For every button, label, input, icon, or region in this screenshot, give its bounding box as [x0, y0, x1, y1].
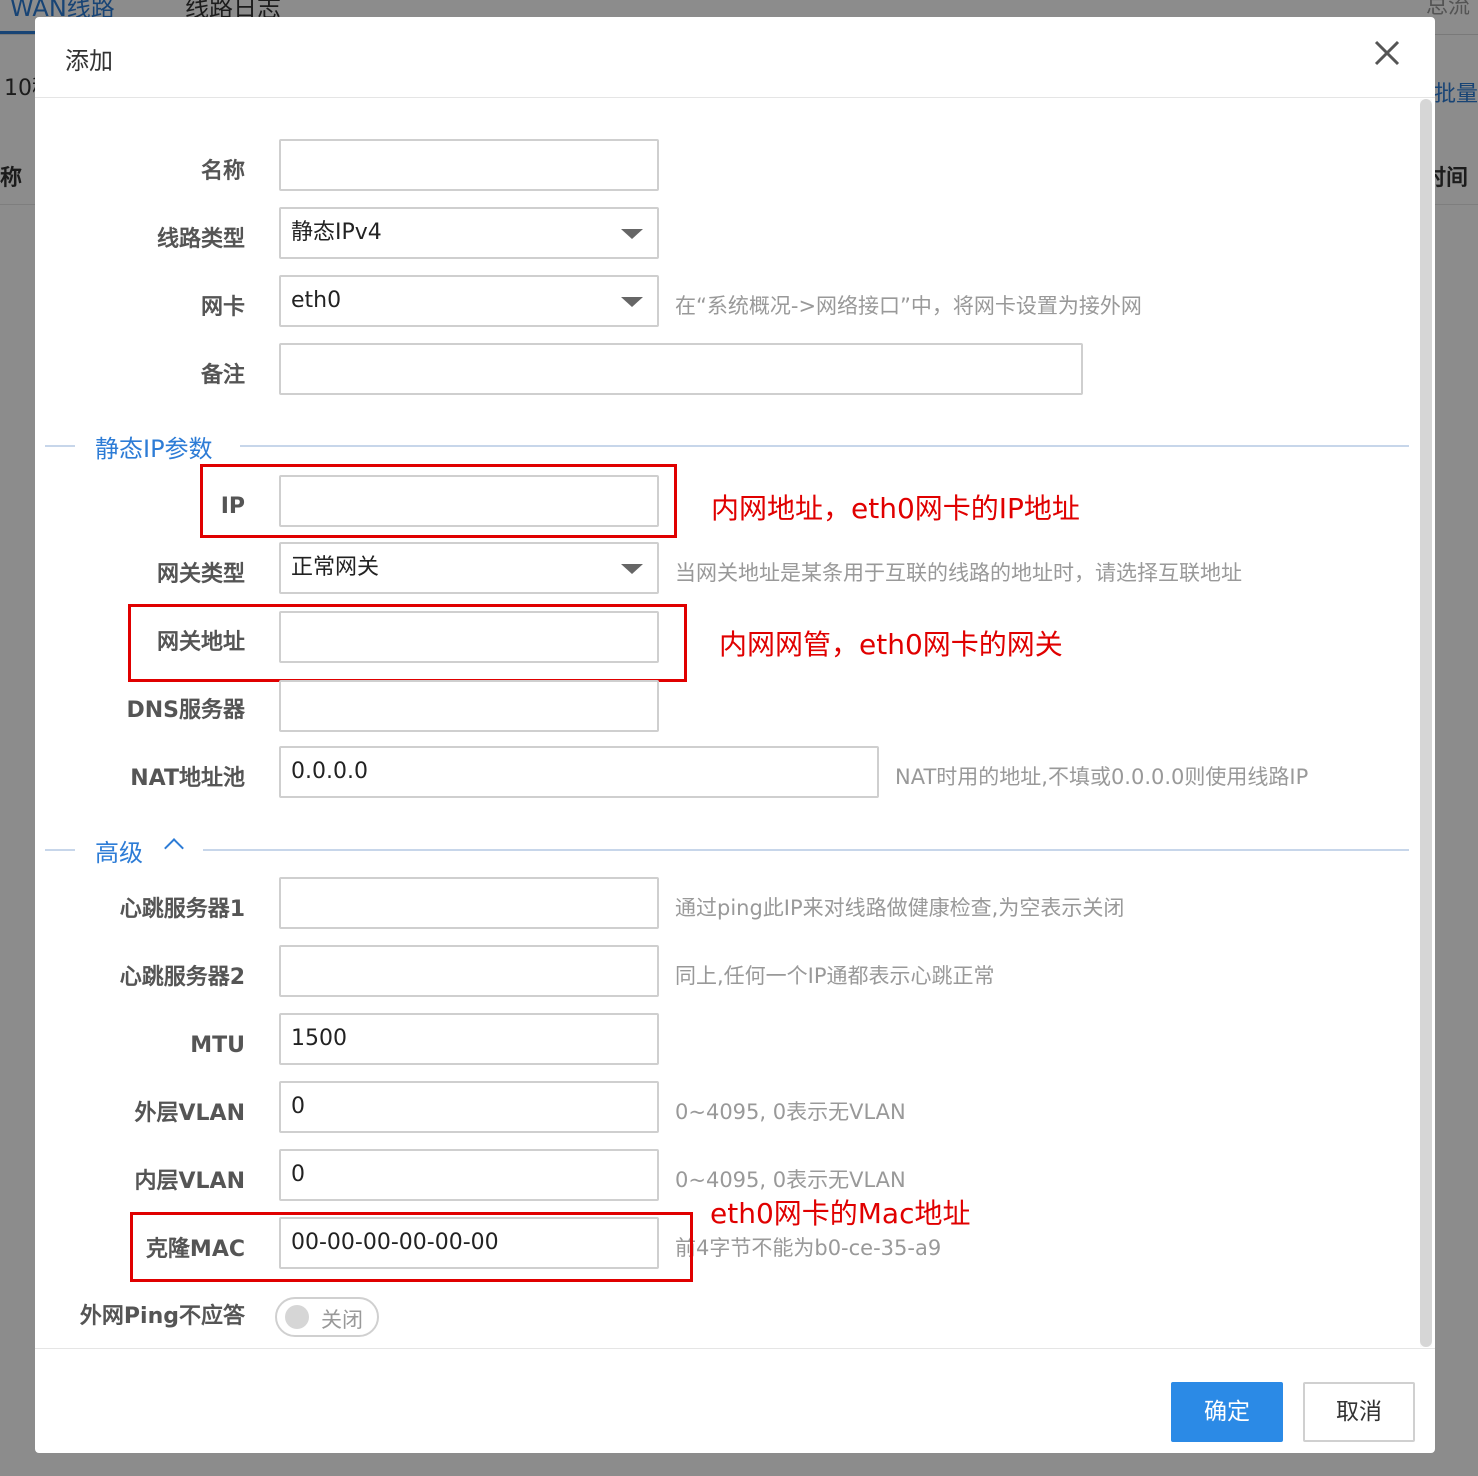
dialog-title: 添加: [65, 47, 113, 75]
advanced-section-header[interactable]: 高级: [45, 833, 1409, 868]
scrollbar-thumb[interactable]: [1420, 99, 1432, 1347]
inner-vlan-label: 内层VLAN: [134, 1169, 245, 1194]
mac-annotation-box: [130, 1212, 693, 1282]
mtu-label: MTU: [190, 1033, 245, 1058]
mtu-input[interactable]: 1500: [279, 1013, 659, 1065]
outer-vlan-input[interactable]: 0: [279, 1081, 659, 1133]
nic-hint: 在“系统概况->网络接口”中，将网卡设置为接外网: [675, 294, 1142, 318]
heartbeat2-hint: 同上,任何一个IP通都表示心跳正常: [675, 964, 995, 988]
nic-label: 网卡: [200, 295, 245, 320]
static-ip-section-header: 静态IP参数: [45, 431, 1409, 463]
nic-select[interactable]: eth0: [279, 275, 659, 327]
ping-no-reply-label: 外网Ping不应答: [79, 1304, 245, 1329]
outer-vlan-label: 外层VLAN: [134, 1101, 245, 1126]
heartbeat2-input[interactable]: [279, 945, 659, 997]
chevron-down-icon: [621, 297, 643, 307]
toggle-knob: [285, 1305, 309, 1329]
line-type-label: 线路类型: [156, 227, 245, 252]
nic-value: eth0: [291, 288, 342, 313]
ip-annotation-box: [200, 464, 677, 538]
heartbeat2-label: 心跳服务器2: [119, 965, 245, 990]
advanced-section-title[interactable]: 高级: [95, 833, 143, 868]
nat-pool-hint: NAT时用的地址,不填或0.0.0.0则使用线路IP: [895, 765, 1309, 789]
line-type-select[interactable]: 静态IPv4: [279, 207, 659, 259]
dialog-header: 添加: [35, 17, 1435, 98]
static-ip-section-title: 静态IP参数: [95, 435, 213, 463]
chevron-up-icon[interactable]: [164, 838, 184, 858]
cancel-button[interactable]: 取消: [1303, 1382, 1415, 1442]
gateway-annotation-note: 内网网管，eth0网卡的网关: [719, 628, 1063, 661]
section-divider: [45, 849, 75, 851]
remark-input[interactable]: [279, 343, 1083, 395]
close-icon[interactable]: [1371, 37, 1403, 69]
confirm-button[interactable]: 确定: [1171, 1382, 1283, 1442]
dns-input[interactable]: [279, 680, 659, 732]
name-label: 名称: [200, 159, 245, 184]
heartbeat1-hint: 通过ping此IP来对线路做健康检查,为空表示关闭: [675, 896, 1125, 920]
chevron-down-icon: [621, 229, 643, 239]
chevron-down-icon: [621, 564, 643, 574]
line-type-value: 静态IPv4: [291, 220, 382, 245]
section-divider: [240, 445, 1409, 447]
outer-vlan-hint: 0~4095, 0表示无VLAN: [675, 1100, 906, 1124]
mac-annotation-note: eth0网卡的Mac地址: [710, 1197, 971, 1230]
nat-pool-input[interactable]: 0.0.0.0: [279, 746, 879, 798]
remark-label: 备注: [200, 363, 245, 388]
dns-label: DNS服务器: [126, 698, 245, 723]
ping-no-reply-toggle[interactable]: 关闭: [275, 1297, 379, 1337]
gateway-type-label: 网关类型: [156, 562, 245, 587]
nat-pool-label: NAT地址池: [130, 766, 245, 791]
heartbeat1-input[interactable]: [279, 877, 659, 929]
gateway-type-hint: 当网关地址是某条用于互联的线路的地址时，请选择互联地址: [675, 561, 1242, 585]
name-input[interactable]: [279, 139, 659, 191]
ip-annotation-note: 内网地址，eth0网卡的IP地址: [711, 492, 1080, 525]
inner-vlan-input[interactable]: 0: [279, 1149, 659, 1201]
heartbeat1-label: 心跳服务器1: [119, 897, 245, 922]
section-divider: [203, 849, 1409, 851]
dialog-scrollbar[interactable]: [1420, 99, 1432, 1347]
gateway-type-value: 正常网关: [291, 555, 380, 580]
gateway-annotation-box: [128, 604, 687, 682]
section-divider: [45, 445, 75, 447]
add-dialog: 添加 名称 线路类型 静态IPv4 网卡 eth0 在“系统概况->网络接口”中…: [35, 17, 1435, 1453]
toggle-state-text: 关闭: [321, 1308, 363, 1332]
gateway-type-select[interactable]: 正常网关: [279, 542, 659, 594]
